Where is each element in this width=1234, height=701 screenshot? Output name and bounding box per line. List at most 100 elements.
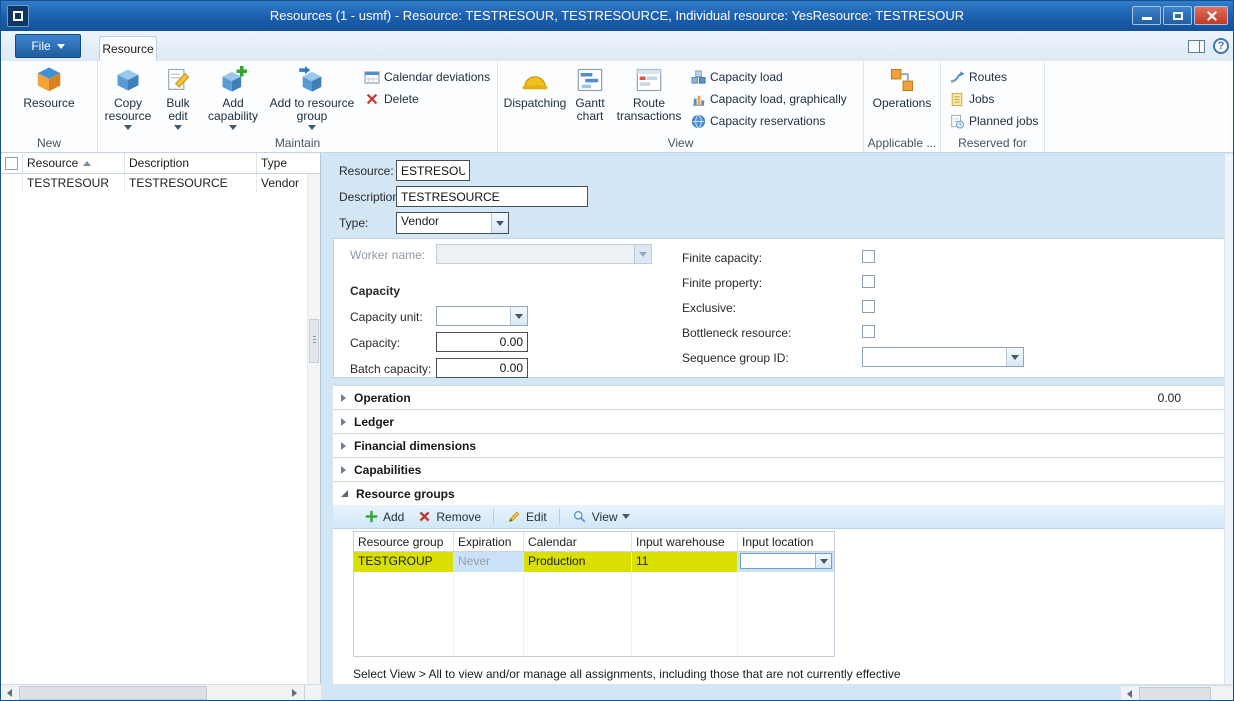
description-input[interactable] xyxy=(396,186,588,207)
sequence-group-label: Sequence group ID: xyxy=(682,351,789,365)
remove-button[interactable]: Remove xyxy=(416,509,481,525)
view-menu-button[interactable]: View xyxy=(572,509,630,525)
resource-list-hscrollbar[interactable] xyxy=(1,684,321,701)
column-header-input-location[interactable]: Input location xyxy=(738,532,834,551)
app-icon xyxy=(7,5,29,27)
fasttab-capabilities[interactable]: Capabilities xyxy=(333,457,1225,481)
select-all-checkbox[interactable] xyxy=(5,157,18,170)
hscrollbar-thumb[interactable] xyxy=(19,686,207,700)
close-button[interactable] xyxy=(1194,6,1228,25)
hard-hat-icon xyxy=(520,65,550,95)
resource-list-row[interactable]: TESTRESOUR TESTRESOURCE Vendor xyxy=(1,174,320,193)
fasttab-ledger[interactable]: Ledger xyxy=(333,409,1225,433)
tab-resource[interactable]: Resource xyxy=(99,36,157,61)
layout-icon[interactable] xyxy=(1188,40,1205,53)
column-header-description[interactable]: Description xyxy=(125,153,257,173)
toolbar-separator xyxy=(559,509,560,525)
capacity-unit-combobox[interactable] xyxy=(436,306,528,326)
capacity-input[interactable] xyxy=(436,332,528,352)
fasttab-resource-groups[interactable]: Resource groups xyxy=(333,481,1225,505)
minimize-button[interactable] xyxy=(1132,6,1161,25)
ribbon: Resource New Copy resource Bulk edit xyxy=(1,61,1233,153)
planned-jobs-button[interactable]: Planned jobs xyxy=(949,113,1038,129)
group-label-reserved: Reserved for xyxy=(941,136,1044,150)
resource-button-label: Resource xyxy=(23,97,74,110)
magnifier-icon xyxy=(572,509,588,525)
add-to-resource-group-button[interactable]: Add to resource group xyxy=(266,65,358,130)
gantt-chart-button[interactable]: Gantt chart xyxy=(566,65,614,123)
resource-list-vscrollbar[interactable] xyxy=(307,174,320,684)
copy-resource-button[interactable]: Copy resource xyxy=(102,65,154,130)
finite-capacity-checkbox[interactable] xyxy=(862,250,875,263)
bottleneck-resource-checkbox[interactable] xyxy=(862,325,875,338)
window-title: Resources (1 - usmf) - Resource: TESTRES… xyxy=(121,1,1113,31)
input-location-value xyxy=(741,554,815,568)
fasttab-resource-groups-label: Resource groups xyxy=(356,487,455,501)
dispatching-button[interactable]: Dispatching xyxy=(506,65,564,110)
exclusive-checkbox[interactable] xyxy=(862,300,875,313)
resource-field-label: Resource: xyxy=(339,164,394,178)
scroll-right-arrow[interactable] xyxy=(286,685,303,701)
column-header-expiration[interactable]: Expiration xyxy=(454,532,524,551)
resource-groups-grid: Resource group Expiration Calendar Input… xyxy=(353,531,835,657)
combo-dropdown-button[interactable] xyxy=(634,245,651,263)
routes-button[interactable]: Routes xyxy=(949,69,1007,85)
resource-groups-section: Add Remove Edit View xyxy=(333,505,1225,684)
toolbar-separator xyxy=(493,509,494,525)
resource-group-row[interactable]: TESTGROUP Never Production 11 xyxy=(354,552,834,572)
add-button[interactable]: Add xyxy=(363,509,404,525)
form-hscrollbar[interactable] xyxy=(1121,685,1234,701)
delete-button[interactable]: Delete xyxy=(364,91,419,107)
jobs-button[interactable]: Jobs xyxy=(949,91,994,107)
capacity-load-graphically-button[interactable]: Capacity load, graphically xyxy=(690,91,847,107)
worker-name-combobox[interactable] xyxy=(436,244,652,264)
column-header-calendar[interactable]: Calendar xyxy=(524,532,632,551)
route-transactions-button[interactable]: Route transactions xyxy=(616,65,682,123)
bulk-edit-button[interactable]: Bulk edit xyxy=(156,65,200,130)
capacity-reservations-button[interactable]: Capacity reservations xyxy=(690,113,825,129)
scroll-left-arrow[interactable] xyxy=(1121,686,1138,701)
hscrollbar-thumb[interactable] xyxy=(1139,687,1211,701)
add-capability-button[interactable]: Add capability xyxy=(202,65,264,130)
copy-resource-label: Copy resource xyxy=(102,97,154,123)
batch-capacity-label: Batch capacity: xyxy=(350,362,431,376)
fasttab-financial-dimensions[interactable]: Financial dimensions xyxy=(333,433,1225,457)
resource-groups-grid-header: Resource group Expiration Calendar Input… xyxy=(354,532,834,552)
calendar-deviations-button[interactable]: Calendar deviations xyxy=(364,69,490,85)
cell-resource-group: TESTGROUP xyxy=(354,552,454,572)
vscrollbar-thumb[interactable] xyxy=(309,319,319,363)
combo-dropdown-button[interactable] xyxy=(815,554,831,568)
file-menu-button[interactable]: File xyxy=(15,34,81,58)
finite-property-checkbox[interactable] xyxy=(862,275,875,288)
input-location-combobox[interactable] xyxy=(740,553,832,569)
type-combobox[interactable]: Vendor xyxy=(396,212,509,234)
calendar-icon xyxy=(364,69,380,85)
column-header-type[interactable]: Type xyxy=(257,153,307,173)
edit-button[interactable]: Edit xyxy=(506,509,547,525)
column-header-resource[interactable]: Resource xyxy=(23,153,125,173)
expanded-arrow-icon xyxy=(341,490,348,497)
resource-input[interactable] xyxy=(396,160,470,181)
maximize-button[interactable] xyxy=(1163,6,1192,25)
scroll-left-arrow[interactable] xyxy=(1,685,18,701)
fasttab-financial-dimensions-label: Financial dimensions xyxy=(354,439,476,453)
fasttab-operation[interactable]: Operation 0.00 xyxy=(333,385,1225,409)
column-header-input-warehouse[interactable]: Input warehouse xyxy=(632,532,738,551)
ribbon-group-new: Resource New xyxy=(1,61,98,152)
batch-capacity-input[interactable] xyxy=(436,358,528,378)
operations-button[interactable]: Operations xyxy=(870,65,934,110)
column-header-resource-group[interactable]: Resource group xyxy=(354,532,454,551)
capacity-load-button[interactable]: Capacity load xyxy=(690,69,783,85)
empty-grid-area xyxy=(354,572,834,656)
combo-dropdown-button[interactable] xyxy=(1006,348,1023,366)
help-icon[interactable]: ? xyxy=(1213,38,1229,54)
resource-button[interactable]: Resource xyxy=(19,65,79,110)
cell-description: TESTRESOURCE xyxy=(125,174,257,193)
sequence-group-combobox[interactable] xyxy=(862,347,1024,367)
form-vscrollbar[interactable] xyxy=(1224,154,1233,684)
cell-resource: TESTRESOUR xyxy=(23,174,125,193)
fasttab-operation-value: 0.00 xyxy=(1158,391,1181,405)
combo-dropdown-button[interactable] xyxy=(510,307,527,325)
menu-bar: File Resource ? xyxy=(1,31,1233,61)
combo-dropdown-button[interactable] xyxy=(491,213,508,233)
